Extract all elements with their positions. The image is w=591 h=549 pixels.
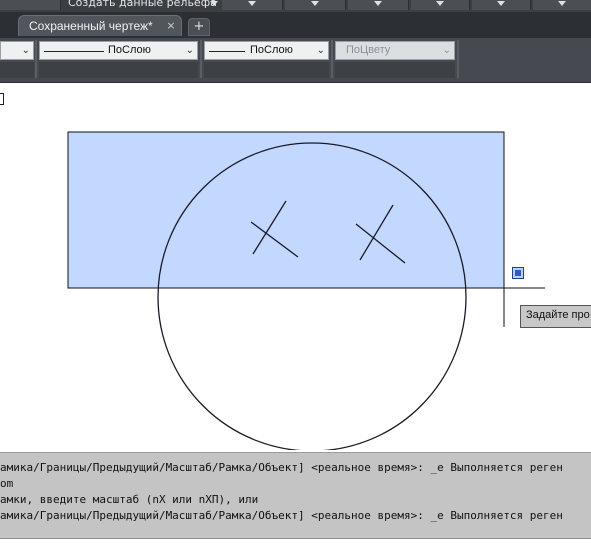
tab-saved-drawing[interactable]: Сохраненный чертеж* × (18, 15, 182, 36)
tooltip-text: Задайте про (526, 309, 590, 321)
drawing-svg (67, 131, 545, 450)
lineweight-preview (209, 51, 245, 52)
dynamic-input-tooltip: Задайте про (520, 305, 591, 328)
layer-combo-secondary (0, 62, 34, 78)
chevron-down-icon (497, 1, 505, 6)
lineweight-combo[interactable]: ПоСлою ⌄ (204, 41, 329, 60)
command-line: амки, введите масштаб (nX или nXП), или (0, 493, 259, 506)
linetype-preview (44, 51, 104, 52)
lineweight-combo-secondary (204, 62, 329, 78)
chevron-down-icon (436, 1, 444, 6)
linetype-combo-secondary (39, 62, 198, 78)
toolbar-separator (331, 40, 333, 78)
chevron-down-icon: ⌄ (442, 45, 451, 56)
tab-label: Сохраненный чертеж* (29, 19, 153, 33)
chevron-down-icon (311, 1, 319, 6)
toolbar-separator (200, 40, 202, 78)
file-tab-bar: Сохраненный чертеж* × + (0, 12, 591, 38)
ribbon-button[interactable] (0, 0, 61, 10)
chevron-down-icon: ⌄ (316, 45, 325, 56)
properties-toolbar: ⌄ ПоСлою ⌄ ПоСлою ⌄ ПоЦвету ⌄ (0, 38, 591, 83)
layer-combo[interactable]: ⌄ (0, 41, 34, 60)
ribbon-button[interactable] (472, 0, 531, 10)
toolbar-separator (457, 40, 459, 78)
ribbon-panel-strip: Создать данные рельефа (0, 0, 591, 12)
command-line: амика/Границы/Предыдущий/Масштаб/Рамка/О… (0, 509, 563, 522)
command-history: амика/Границы/Предыдущий/Масштаб/Рамка/О… (0, 452, 591, 539)
ribbon-button[interactable] (411, 0, 470, 10)
ribbon-button[interactable] (285, 0, 346, 10)
ribbon-button[interactable] (222, 0, 283, 10)
command-line: амика/Границы/Предыдущий/Масштаб/Рамка/О… (0, 461, 563, 474)
ribbon-button[interactable] (533, 0, 591, 10)
command-line: om (0, 477, 14, 490)
lineweight-value: ПоСлою (250, 44, 293, 56)
cursor-grip-icon (512, 267, 524, 279)
plotstyle-value: ПоЦвету (346, 44, 391, 56)
chevron-down-icon: ⌄ (21, 45, 30, 56)
chevron-down-icon[interactable] (210, 1, 218, 6)
linetype-value: ПоСлою (108, 44, 151, 56)
toolbar-separator (35, 40, 37, 78)
plotstyle-combo-secondary (335, 62, 455, 78)
close-icon[interactable]: × (165, 20, 177, 32)
chevron-down-icon (558, 1, 566, 6)
chevron-down-icon (248, 1, 256, 6)
ribbon-button[interactable] (348, 0, 409, 10)
command-input[interactable] (0, 538, 591, 549)
plotstyle-combo: ПоЦвету ⌄ (335, 41, 455, 60)
new-tab-button[interactable]: + (188, 18, 210, 36)
chevron-down-icon (374, 1, 382, 6)
drawing-canvas[interactable] (0, 83, 591, 450)
chevron-down-icon: ⌄ (185, 45, 194, 56)
ribbon-panel-label[interactable]: Создать данные рельефа (68, 0, 217, 9)
linetype-combo[interactable]: ПоСлою ⌄ (39, 41, 198, 60)
